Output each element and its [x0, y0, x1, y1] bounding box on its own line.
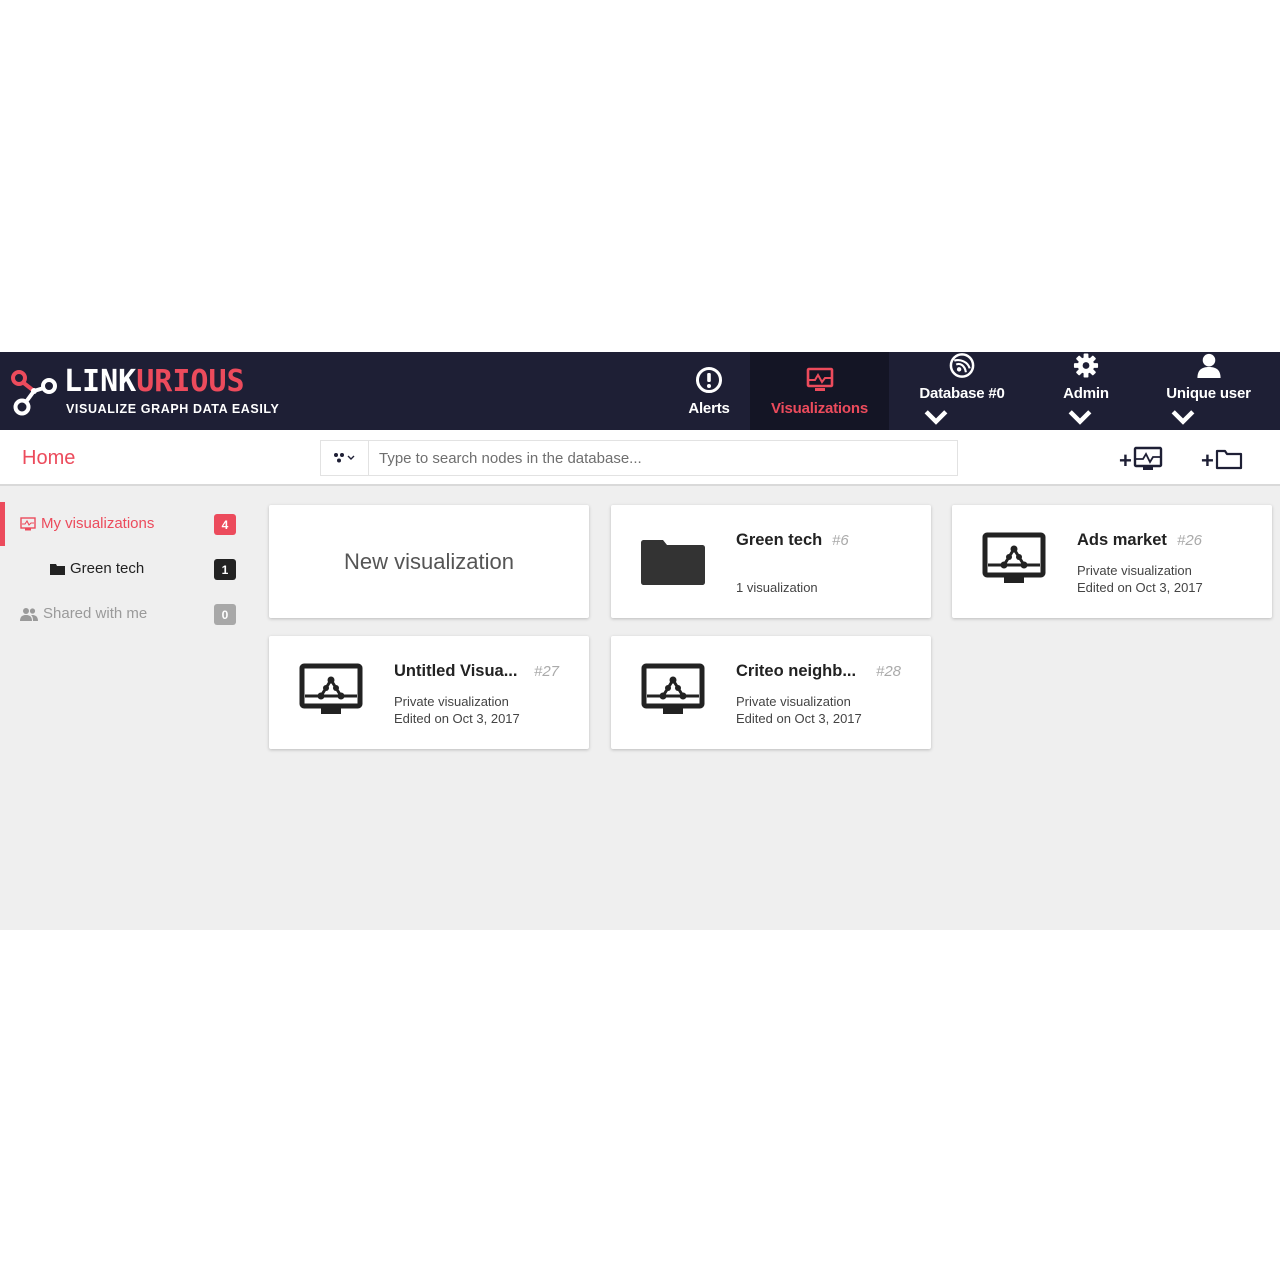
nav-alerts[interactable]: Alerts: [668, 352, 750, 430]
card-privacy: Private visualization: [1077, 563, 1192, 578]
monitor-graph-icon: [299, 663, 363, 714]
sidebar-item-green-tech[interactable]: Green tech 1: [0, 547, 250, 591]
chevron-down-icon: [924, 410, 948, 425]
nav-visualizations-label: Visualizations: [771, 399, 868, 417]
nav-database-label: Database #0: [919, 385, 1005, 402]
card-id: #26: [1177, 532, 1203, 549]
sidebar-item-label: Green tech: [70, 560, 145, 577]
card-edited-date: Edited on Oct 3, 2017: [736, 711, 862, 726]
visualization-card[interactable]: Untitled Visua... #27 Private visualizat…: [269, 636, 589, 749]
brand-tagline: VISUALIZE GRAPH DATA EASILY: [66, 402, 280, 416]
linkurious-logo-icon: [11, 370, 57, 416]
folder-icon: [641, 540, 705, 585]
top-navbar: LINKURIOUS VISUALIZE GRAPH DATA EASILY A…: [0, 352, 1280, 430]
new-visualization-card[interactable]: New visualization: [269, 505, 589, 618]
card-privacy: Private visualization: [394, 694, 509, 709]
search-input[interactable]: [369, 441, 954, 475]
card-id: #28: [876, 663, 902, 680]
search-type-dropdown[interactable]: [321, 441, 369, 475]
users-icon: [20, 607, 38, 621]
folder-icon: [50, 563, 65, 575]
monitor-graph-icon: [982, 532, 1046, 583]
exclamation-circle-icon: [696, 366, 722, 393]
card-title: Criteo neighb...: [736, 662, 857, 680]
card-title: Ads market: [1077, 531, 1167, 549]
database-globe-icon: [949, 353, 975, 378]
home-breadcrumb[interactable]: Home: [22, 447, 75, 470]
folder-card[interactable]: Green tech #6 1 visualization: [611, 505, 931, 618]
add-folder-icon: [1215, 449, 1242, 470]
card-title: Green tech: [736, 531, 823, 549]
sidebar-item-label: Shared with me: [43, 605, 148, 622]
add-folder-button[interactable]: +: [1201, 444, 1243, 474]
nav-user-dropdown[interactable]: Unique user: [1137, 352, 1280, 430]
add-visualization-icon: [1133, 446, 1163, 470]
add-visualization-button[interactable]: +: [1119, 444, 1163, 474]
chevron-down-icon: [1171, 410, 1195, 425]
monitor-graph-icon: [20, 516, 36, 530]
monitor-graph-icon: [641, 663, 705, 714]
chevron-down-icon: [1068, 410, 1092, 425]
node-filter-icon: [333, 453, 354, 463]
plus-icon: +: [1201, 448, 1214, 473]
nav-user-label: Unique user: [1166, 385, 1251, 402]
user-icon: [1196, 353, 1221, 379]
nav-visualizations[interactable]: Visualizations: [750, 352, 889, 430]
count-badge: 1: [214, 559, 236, 580]
new-visualization-label: New visualization: [344, 548, 514, 574]
sidebar-item-shared-with-me[interactable]: Shared with me 0: [0, 592, 250, 636]
search-bar: [320, 440, 958, 476]
nav-database-dropdown[interactable]: Database #0: [889, 352, 1035, 430]
card-edited-date: Edited on Oct 3, 2017: [1077, 580, 1203, 595]
card-edited-date: Edited on Oct 3, 2017: [394, 711, 520, 726]
monitor-graph-icon: [806, 367, 833, 391]
sub-header: Home + +: [0, 430, 1280, 486]
card-privacy: Private visualization: [736, 694, 851, 709]
sidebar-item-my-visualizations[interactable]: My visualizations 4: [0, 502, 250, 546]
app-window: LINKURIOUS VISUALIZE GRAPH DATA EASILY A…: [0, 352, 1280, 930]
card-subtitle: 1 visualization: [736, 580, 818, 595]
brand-name: LINKURIOUS: [64, 364, 245, 399]
nav-admin-dropdown[interactable]: Admin: [1035, 352, 1137, 430]
count-badge: 0: [214, 604, 236, 625]
card-id: #27: [534, 663, 560, 680]
count-badge: 4: [214, 514, 236, 535]
nav-alerts-label: Alerts: [688, 399, 730, 417]
nav-admin-label: Admin: [1063, 385, 1109, 402]
plus-icon: +: [1119, 448, 1132, 473]
sidebar-item-label: My visualizations: [41, 515, 155, 532]
gear-icon: [1073, 353, 1099, 378]
visualization-card[interactable]: Ads market #26 Private visualization Edi…: [952, 505, 1272, 618]
card-id: #6: [832, 532, 849, 549]
card-title: Untitled Visua...: [394, 662, 518, 680]
visualization-card[interactable]: Criteo neighb... #28 Private visualizati…: [611, 636, 931, 749]
